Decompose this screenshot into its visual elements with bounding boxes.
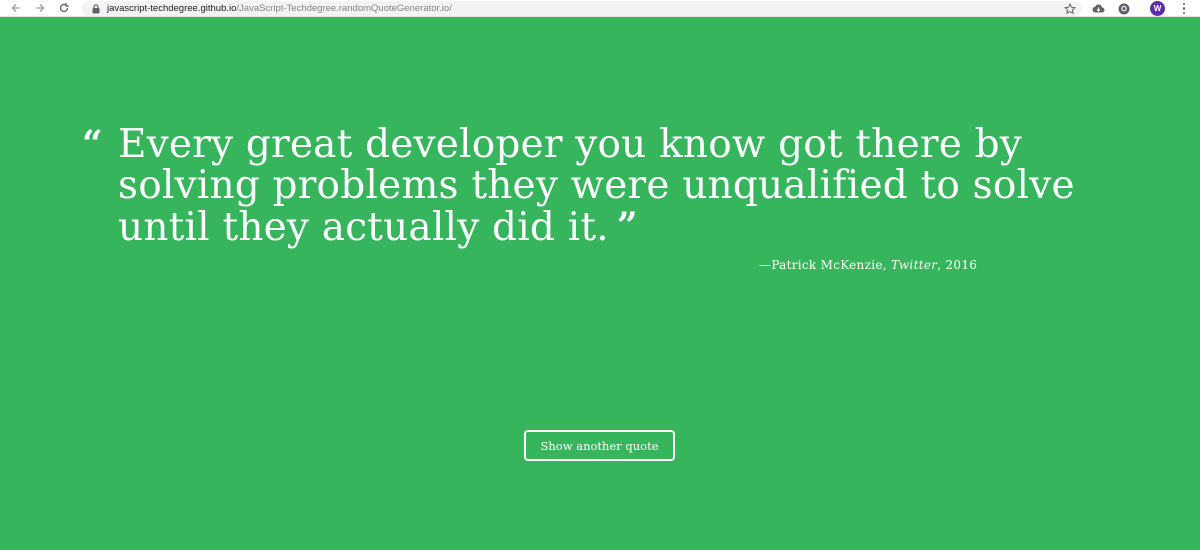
source-dash: — [759,258,772,272]
quote-source: —Patrick McKenzie, Twitter, 2016 [759,258,977,272]
reload-icon[interactable] [57,1,71,15]
avatar[interactable]: W [1150,1,1165,16]
url-path: /JavaScript-Techdegree.randomQuoteGenera… [236,3,452,14]
lock-icon[interactable] [91,3,101,14]
menu-icon[interactable] [1180,2,1188,15]
forward-arrow-icon[interactable] [33,1,47,15]
back-arrow-icon[interactable] [9,1,23,15]
quote-author: Patrick McKenzie [771,258,883,272]
address-bar[interactable]: javascript-techdegree.github.io/JavaScri… [82,1,1082,16]
quote-citation: Twitter [890,258,938,272]
quote-box: “ Every great developer you know got ther… [82,122,1098,250]
cloud-extension-icon[interactable] [1092,2,1105,15]
open-quote-mark: “ [82,123,103,165]
source-separator-2: , [937,258,946,272]
quote-year: 2016 [945,258,978,272]
close-quote-mark: ” [616,205,638,247]
quote-text: Every great developer you know got there… [118,122,1075,250]
show-another-quote-button[interactable]: Show another quote [524,430,675,461]
url-host: javascript-techdegree.github.io [107,3,237,14]
github-extension-icon[interactable] [1117,2,1130,15]
quote: “ Every great developer you know got ther… [82,122,1098,250]
browser-toolbar: javascript-techdegree.github.io/JavaScri… [0,0,1200,17]
star-icon[interactable] [1063,2,1076,15]
source-separator: , [882,258,891,272]
